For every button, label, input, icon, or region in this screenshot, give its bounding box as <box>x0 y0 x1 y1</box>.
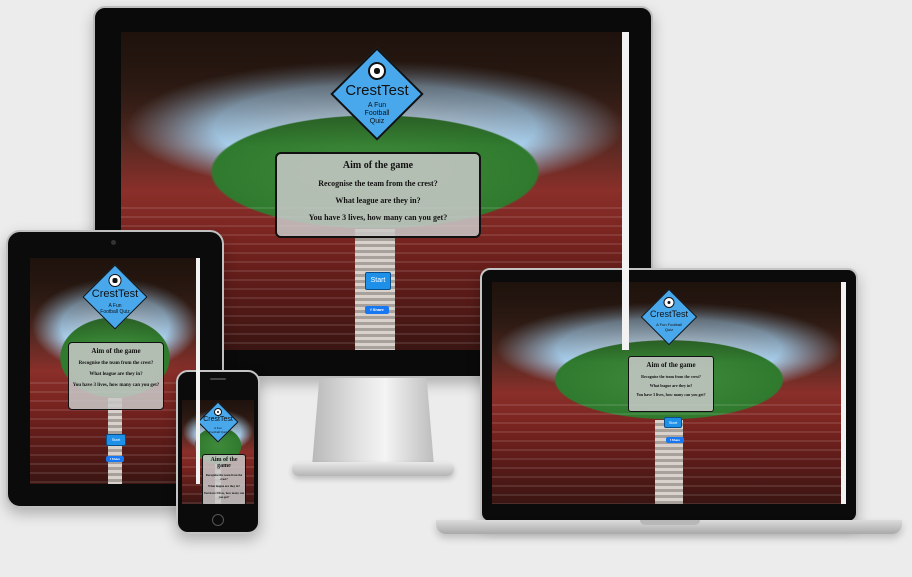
instructions-line-2: What league are they in? <box>335 196 421 205</box>
phone-speaker <box>210 378 226 380</box>
facebook-share-button[interactable]: f Share <box>365 306 389 314</box>
facebook-share-button[interactable]: f Share <box>106 456 124 462</box>
instructions-line-1: Recognise the team from the crest? <box>205 473 243 481</box>
logo-title: CrestTest <box>203 416 233 423</box>
laptop-notch <box>640 520 700 525</box>
instructions-line-2: What league are they in? <box>208 484 240 488</box>
instructions-panel: Aim of the game Recognise the team from … <box>202 454 246 504</box>
logo-subtitle: A Fun Football Quiz <box>100 303 130 315</box>
instructions-line-3: You have 3 lives, how many can you get? <box>636 392 706 397</box>
instructions-line-3: You have 3 lives, how many can you get? <box>308 213 448 222</box>
logo[interactable]: CrestTest A Fun Football Quiz <box>330 47 424 141</box>
monitor-neck <box>312 378 434 466</box>
instructions-heading: Aim of the game <box>91 347 141 355</box>
facebook-share-button[interactable]: f Share <box>666 437 684 443</box>
logo-title: CrestTest <box>649 309 688 319</box>
football-icon <box>663 297 675 308</box>
start-button[interactable]: Start <box>664 417 682 428</box>
laptop: CrestTest A Fun Football Quiz Aim of the… <box>480 268 858 523</box>
logo-title: CrestTest <box>345 82 409 99</box>
instructions-line-1: Recognise the team from the crest? <box>641 374 701 379</box>
instructions-line-1: Recognise the team from the crest? <box>78 361 154 366</box>
football-icon <box>368 62 386 80</box>
logo[interactable]: CrestTest A Fun Football Quiz <box>197 401 239 443</box>
instructions-line-3: You have 3 lives, how many can you get? <box>203 491 245 499</box>
tablet-screen: CrestTest A Fun Football Quiz Aim of the… <box>30 258 200 484</box>
instructions-line-3: You have 3 lives, how many can you get? <box>72 383 160 388</box>
phone: CrestTest A Fun Football Quiz Aim of the… <box>176 370 260 534</box>
scrollbar[interactable] <box>841 282 846 504</box>
instructions-panel: Aim of the game Recognise the team from … <box>68 342 164 410</box>
instructions-line-2: What league are they in? <box>89 372 143 377</box>
tablet-camera <box>111 240 116 245</box>
logo-subtitle: A Fun Football Quiz <box>364 102 390 125</box>
football-icon <box>108 274 122 287</box>
instructions-heading: Aim of the game <box>342 160 414 171</box>
logo-subtitle: A Fun Football Quiz <box>209 426 227 434</box>
instructions-line-2: What league are they in? <box>649 383 693 388</box>
logo-subtitle: A Fun Football Quiz <box>656 322 682 332</box>
logo-title: CrestTest <box>91 288 139 300</box>
scrollbar[interactable] <box>622 32 629 350</box>
start-button[interactable]: Start <box>365 272 391 290</box>
scrollbar[interactable] <box>196 258 200 484</box>
instructions-heading: Aim of the game <box>210 457 238 469</box>
instructions-heading: Aim of the game <box>646 361 696 369</box>
instructions-panel: Aim of the game Recognise the team from … <box>275 152 481 238</box>
laptop-screen: CrestTest A Fun Football Quiz Aim of the… <box>492 282 846 504</box>
logo[interactable]: CrestTest A Fun Football Quiz <box>82 264 148 330</box>
instructions-line-1: Recognise the team from the crest? <box>318 179 438 188</box>
logo[interactable]: CrestTest A Fun Football Quiz <box>640 288 698 346</box>
monitor-base <box>292 462 454 476</box>
football-icon <box>214 408 222 416</box>
phone-screen: CrestTest A Fun Football Quiz Aim of the… <box>182 400 254 504</box>
phone-home-button[interactable] <box>212 514 224 526</box>
start-button[interactable]: Start <box>106 434 126 446</box>
instructions-panel: Aim of the game Recognise the team from … <box>628 356 714 412</box>
